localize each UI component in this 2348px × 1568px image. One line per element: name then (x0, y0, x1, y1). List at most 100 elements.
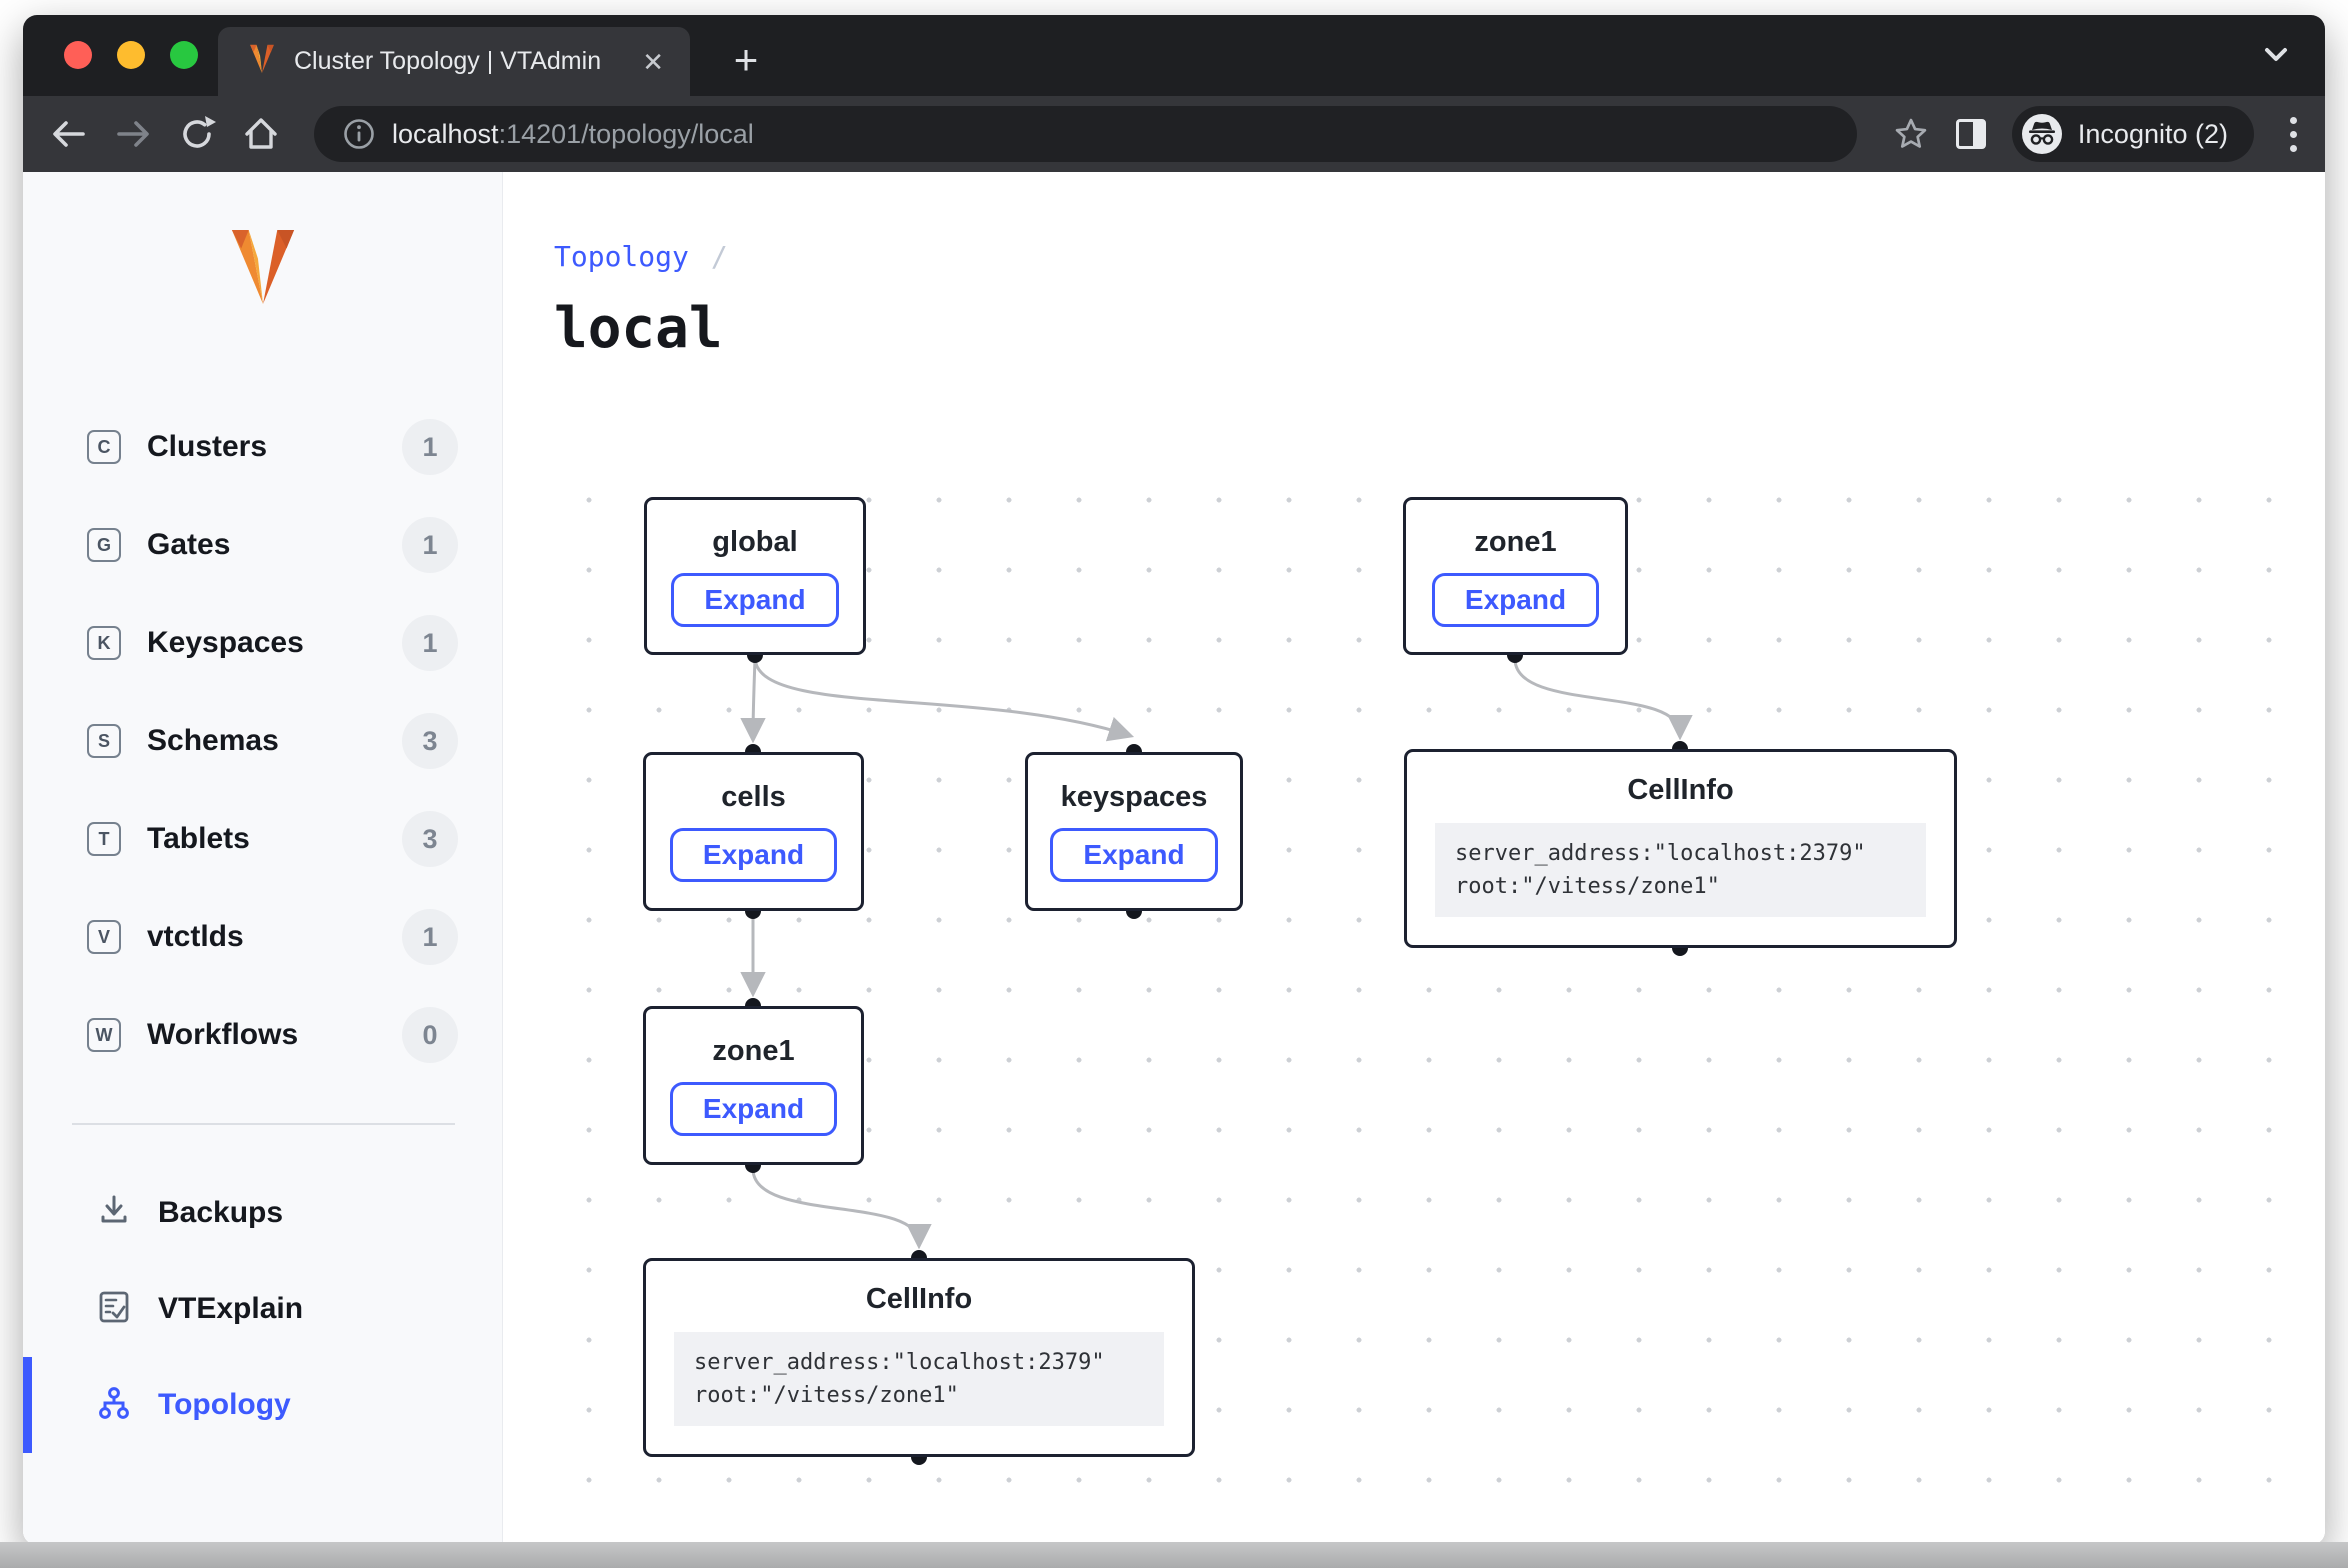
reload-button[interactable] (165, 106, 229, 162)
breadcrumb-separator: / (711, 240, 728, 273)
count-badge: 3 (402, 811, 458, 867)
expand-button[interactable]: Expand (670, 828, 837, 882)
vtctlds-icon: V (87, 920, 121, 954)
url-text: localhost:14201/topology/local (392, 119, 754, 150)
browser-window: Cluster Topology | VTAdmin ✕ + (23, 15, 2325, 1545)
topology-node-cellinfo: CellInfo server_address:"localhost:2379"… (1404, 749, 1957, 948)
node-title: cells (721, 781, 786, 814)
breadcrumb-link-topology[interactable]: Topology (554, 240, 689, 273)
page-content: C Clusters 1 G Gates 1 K Keyspaces 1 (23, 172, 2325, 1545)
count-badge: 1 (402, 419, 458, 475)
count-badge: 1 (402, 909, 458, 965)
node-title: keyspaces (1061, 781, 1208, 814)
traffic-lights (64, 41, 198, 69)
tab-strip: Cluster Topology | VTAdmin ✕ + (23, 15, 2325, 96)
code-line: root:"/vitess/zone1" (694, 1379, 1144, 1412)
tablets-icon: T (87, 822, 121, 856)
node-title: CellInfo (866, 1283, 972, 1316)
incognito-label: Incognito (2) (2078, 119, 2228, 150)
sidebar-item-label: vtctlds (147, 920, 244, 954)
browser-toolbar: localhost:14201/topology/local (23, 96, 2325, 172)
tab-title: Cluster Topology | VTAdmin (294, 47, 622, 76)
sidebar-item-backups[interactable]: Backups (23, 1165, 502, 1261)
browser-tab[interactable]: Cluster Topology | VTAdmin ✕ (218, 27, 690, 96)
cellinfo-code: server_address:"localhost:2379" root:"/v… (1435, 823, 1926, 917)
close-window-button[interactable] (64, 41, 92, 69)
close-tab-icon[interactable]: ✕ (638, 45, 668, 79)
gates-icon: G (87, 528, 121, 562)
topology-node-cells: cells Expand (643, 752, 864, 911)
sidebar-item-label: Topology (158, 1388, 291, 1422)
node-title: zone1 (1474, 526, 1556, 559)
vitess-logo (221, 217, 305, 322)
code-line: root:"/vitess/zone1" (1455, 870, 1906, 903)
count-badge: 1 (402, 517, 458, 573)
count-badge: 3 (402, 713, 458, 769)
screen: Cluster Topology | VTAdmin ✕ + (0, 0, 2348, 1568)
browser-menu-icon[interactable] (2280, 117, 2307, 152)
active-indicator (23, 1357, 32, 1453)
sidebar-item-topology[interactable]: Topology (23, 1357, 502, 1453)
url-path: :14201/topology/local (499, 119, 754, 149)
node-title: zone1 (712, 1035, 794, 1068)
sidebar-item-vtctlds[interactable]: V vtctlds 1 (23, 888, 502, 986)
breadcrumb: Topology / (554, 240, 728, 273)
clusters-icon: C (87, 430, 121, 464)
code-line: server_address:"localhost:2379" (1455, 837, 1906, 870)
vitess-favicon-icon (246, 43, 278, 80)
node-title: CellInfo (1627, 774, 1733, 807)
topology-icon (96, 1385, 132, 1426)
backups-icon (96, 1193, 132, 1234)
sidebar-item-label: Workflows (147, 1018, 298, 1052)
new-tab-button[interactable]: + (723, 37, 769, 83)
sidebar-item-clusters[interactable]: C Clusters 1 (23, 398, 502, 496)
url-bar[interactable]: localhost:14201/topology/local (314, 106, 1857, 162)
topology-node-keyspaces: keyspaces Expand (1025, 752, 1243, 911)
sidebar-item-label: Backups (158, 1196, 283, 1230)
forward-button[interactable] (101, 106, 165, 162)
url-host: localhost (392, 119, 499, 149)
chevron-down-icon[interactable] (2259, 43, 2293, 72)
sidebar-item-label: Keyspaces (147, 626, 304, 660)
minimize-window-button[interactable] (117, 41, 145, 69)
sidebar-item-keyspaces[interactable]: K Keyspaces 1 (23, 594, 502, 692)
node-title: global (712, 526, 797, 559)
sidebar-item-vtexplain[interactable]: VTExplain (23, 1261, 502, 1357)
schemas-icon: S (87, 724, 121, 758)
sidebar-item-label: VTExplain (158, 1292, 303, 1326)
expand-button[interactable]: Expand (1432, 573, 1599, 627)
side-panel-icon[interactable] (1956, 119, 1986, 149)
toolbar-right: Incognito (2) (1892, 96, 2307, 172)
topology-node-zone1: zone1 Expand (643, 1006, 864, 1165)
incognito-icon (2020, 112, 2064, 156)
expand-button[interactable]: Expand (670, 1082, 837, 1136)
sidebar-item-tablets[interactable]: T Tablets 3 (23, 790, 502, 888)
code-line: server_address:"localhost:2379" (694, 1346, 1144, 1379)
workflows-icon: W (87, 1018, 121, 1052)
sidebar: C Clusters 1 G Gates 1 K Keyspaces 1 (23, 172, 503, 1545)
sidebar-divider (72, 1123, 455, 1125)
sidebar-nav: C Clusters 1 G Gates 1 K Keyspaces 1 (23, 398, 502, 1084)
count-badge: 1 (402, 615, 458, 671)
sidebar-item-label: Gates (147, 528, 230, 562)
expand-button[interactable]: Expand (1050, 828, 1217, 882)
back-button[interactable] (37, 106, 101, 162)
topology-node-global: global Expand (644, 497, 866, 655)
home-button[interactable] (229, 106, 293, 162)
sidebar-item-schemas[interactable]: S Schemas 3 (23, 692, 502, 790)
bookmark-star-icon[interactable] (1892, 115, 1930, 153)
sidebar-item-label: Clusters (147, 430, 267, 464)
expand-button[interactable]: Expand (671, 573, 838, 627)
zoom-window-button[interactable] (170, 41, 198, 69)
desktop-strip (0, 1542, 2348, 1568)
incognito-badge[interactable]: Incognito (2) (2012, 106, 2254, 162)
sidebar-item-gates[interactable]: G Gates 1 (23, 496, 502, 594)
site-info-icon[interactable] (342, 117, 376, 151)
topology-diagram: global Expand zone1 Expand cells Expand … (540, 455, 2320, 1535)
sidebar-item-label: Schemas (147, 724, 279, 758)
sidebar-item-workflows[interactable]: W Workflows 0 (23, 986, 502, 1084)
vtexplain-icon (96, 1289, 132, 1330)
sidebar-item-label: Tablets (147, 822, 250, 856)
topology-node-zone1: zone1 Expand (1403, 497, 1628, 655)
keyspaces-icon: K (87, 626, 121, 660)
